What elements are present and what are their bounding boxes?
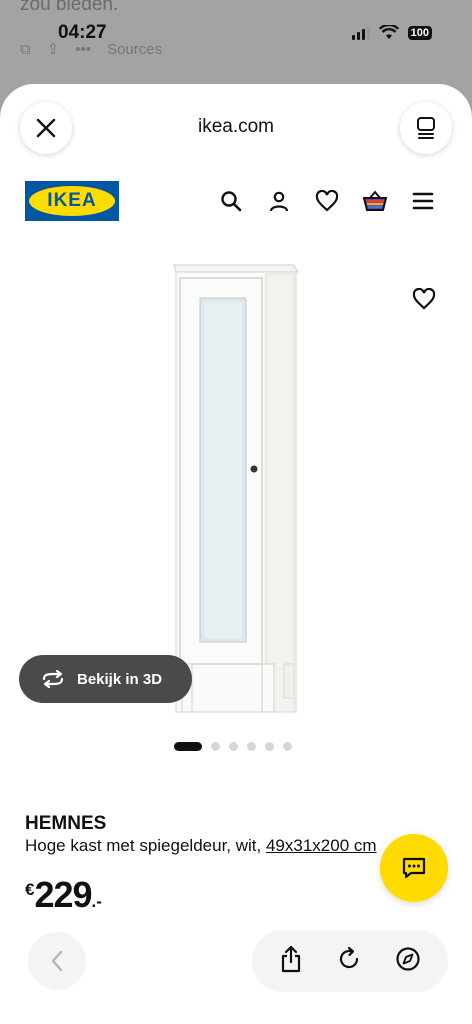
product-image[interactable] xyxy=(0,234,472,724)
share-icon xyxy=(281,945,300,972)
carousel-dot[interactable] xyxy=(265,742,274,751)
signal-icon xyxy=(351,25,370,40)
browser-sheet: ikea.com IKEA Bekijk in 3D HEMNES Hoge k… xyxy=(0,84,472,1024)
logo-text: IKEA xyxy=(47,190,97,211)
reader-icon xyxy=(417,117,435,139)
safari-button[interactable] xyxy=(395,946,421,977)
header-nav xyxy=(218,188,436,214)
wifi-icon xyxy=(378,25,399,39)
share-button[interactable] xyxy=(279,945,303,978)
menu-icon[interactable] xyxy=(410,188,436,214)
product-description: Hoge kast met spiegeldeur, wit, 49x31x20… xyxy=(25,836,377,856)
reader-button[interactable] xyxy=(400,102,452,154)
reload-icon xyxy=(339,946,359,968)
carousel-dot[interactable] xyxy=(283,742,292,751)
search-icon[interactable] xyxy=(218,188,244,214)
carousel-dot-active[interactable] xyxy=(174,742,202,751)
carousel-dot[interactable] xyxy=(247,742,256,751)
view-3d-button[interactable]: Bekijk in 3D xyxy=(19,655,192,703)
compass-icon xyxy=(396,946,420,971)
heart-icon[interactable] xyxy=(314,188,340,214)
chat-button[interactable] xyxy=(380,834,448,902)
product-wishlist-button[interactable] xyxy=(412,287,436,315)
account-icon[interactable] xyxy=(266,188,292,214)
battery-indicator: 100 xyxy=(407,25,432,40)
status-icons: 100 xyxy=(351,25,432,40)
back-button[interactable] xyxy=(28,932,86,990)
view-3d-label: Bekijk in 3D xyxy=(77,670,163,688)
carousel-dot[interactable] xyxy=(211,742,220,751)
heart-icon xyxy=(412,287,436,310)
image-carousel-dots[interactable] xyxy=(174,742,292,751)
status-bar: 04:27 100 xyxy=(0,0,472,52)
cabinet-illustration xyxy=(173,264,299,713)
product-dimensions-link[interactable]: 49x31x200 cm xyxy=(266,836,377,855)
basket-icon[interactable] xyxy=(362,188,388,214)
product-price: € 229 .- xyxy=(25,874,102,916)
price-suffix: .- xyxy=(91,892,102,911)
reload-button[interactable] xyxy=(336,946,362,977)
product-name: HEMNES xyxy=(25,813,107,834)
logo-oval: IKEA xyxy=(29,186,115,216)
browser-toolbar xyxy=(252,930,448,992)
status-time: 04:27 xyxy=(58,22,107,43)
price-amount: 229 xyxy=(34,874,92,915)
rotate-3d-icon xyxy=(42,670,64,688)
chat-icon xyxy=(402,857,426,879)
ikea-logo[interactable]: IKEA xyxy=(25,181,119,221)
product-description-text: Hoge kast met spiegeldeur, wit, xyxy=(25,836,266,855)
price-currency: € xyxy=(25,880,35,899)
carousel-dot[interactable] xyxy=(229,742,238,751)
chevron-left-icon xyxy=(51,950,63,972)
